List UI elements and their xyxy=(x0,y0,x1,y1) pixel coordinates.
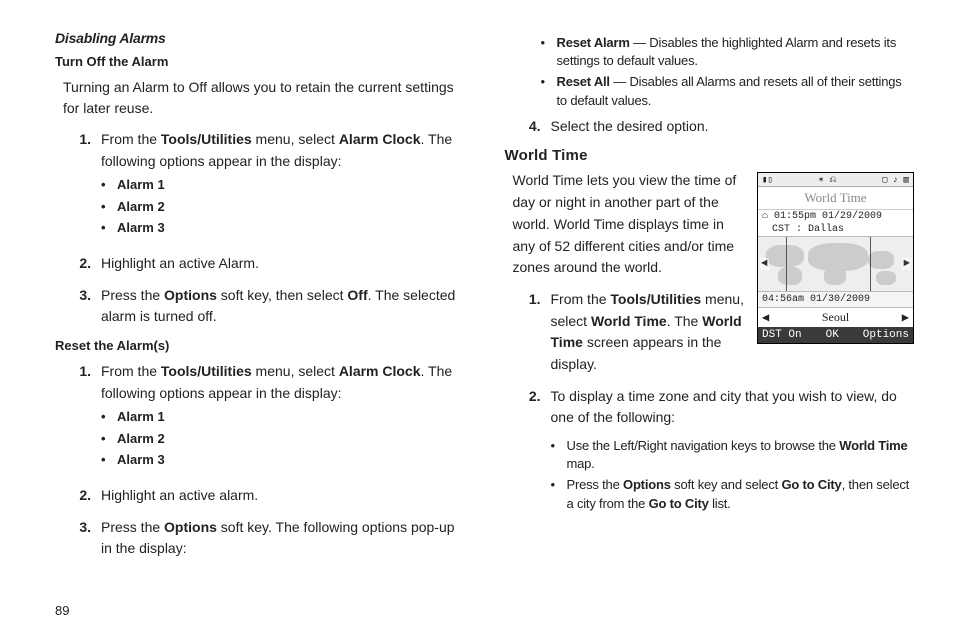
heading-disabling-alarms: Disabling Alarms xyxy=(55,30,465,46)
battery-icon: ▢ ♪ ▥ xyxy=(882,175,909,185)
device-status-bar: ▮▯ ✶ ⎌ ▢ ♪ ▥ xyxy=(758,173,913,187)
list-item: Reset All — Disables all Alarms and rese… xyxy=(557,73,915,109)
device-title: World Time xyxy=(758,187,913,210)
reset-options-list: •Reset Alarm — Disables the highlighted … xyxy=(541,34,915,110)
heading-reset-alarm: Reset the Alarm(s) xyxy=(55,338,465,353)
alarm-list: •Alarm 1 •Alarm 2 •Alarm 3 xyxy=(101,176,465,237)
step-body: From the Tools/Utilities menu, select Al… xyxy=(101,361,465,475)
world-time-options: •Use the Left/Right navigation keys to b… xyxy=(551,437,915,513)
step-body: Press the Options soft key, then select … xyxy=(101,285,465,328)
step-marker: 4. xyxy=(523,116,541,138)
step-body: From the Tools/Utilities menu, select Al… xyxy=(101,129,465,243)
signal-icon: ▮▯ xyxy=(762,175,773,185)
step-body: From the Tools/Utilities menu, select Wo… xyxy=(551,289,748,376)
softkey-left: DST On xyxy=(762,329,802,341)
softkey-right: Options xyxy=(863,329,909,341)
device-map: ◄ ► xyxy=(758,236,913,292)
device-city: Seoul xyxy=(822,310,849,325)
world-time-steps-2: 2. To display a time zone and city that … xyxy=(505,386,915,519)
list-item: Use the Left/Right navigation keys to br… xyxy=(567,437,915,473)
step-marker: 1. xyxy=(73,129,91,243)
step-marker: 2. xyxy=(523,386,541,519)
status-icons: ✶ ⎌ xyxy=(818,175,836,185)
list-item: Press the Options soft key and select Go… xyxy=(567,476,915,512)
device-home-city: CST : Dallas xyxy=(758,223,913,236)
step-body: Highlight an active Alarm. xyxy=(101,253,465,275)
heading-turn-off-alarm: Turn Off the Alarm xyxy=(55,54,465,69)
list-item: Reset Alarm — Disables the highlighted A… xyxy=(557,34,915,70)
device-home-time: ⌂ 01:55pm 01/29/2009 xyxy=(758,210,913,223)
step-marker: 3. xyxy=(73,285,91,328)
step-marker: 3. xyxy=(73,517,91,560)
map-left-arrow-icon: ◄ xyxy=(760,258,769,270)
device-softkeys: DST On OK Options xyxy=(758,327,913,343)
right-column: •Reset Alarm — Disables the highlighted … xyxy=(505,30,915,626)
step-marker: 2. xyxy=(73,253,91,275)
softkey-mid: OK xyxy=(826,329,839,341)
step-body: Highlight an active alarm. xyxy=(101,485,465,507)
city-right-arrow-icon: ▶ xyxy=(902,310,909,325)
step-body: Select the desired option. xyxy=(551,116,915,138)
alarm-list: •Alarm 1 •Alarm 2 •Alarm 3 xyxy=(101,408,465,469)
home-icon: ⌂ xyxy=(762,211,768,222)
heading-world-time: World Time xyxy=(505,147,915,164)
step-marker: 1. xyxy=(523,289,541,376)
device-away-time: 04:56am 01/30/2009 xyxy=(758,292,913,308)
map-right-arrow-icon: ► xyxy=(902,258,911,270)
city-left-arrow-icon: ◀ xyxy=(762,310,769,325)
device-city-row: ◀ Seoul ▶ xyxy=(758,308,913,327)
step-body: To display a time zone and city that you… xyxy=(551,386,915,519)
world-time-screenshot: ▮▯ ✶ ⎌ ▢ ♪ ▥ World Time ⌂ 01:55pm 01/29/… xyxy=(757,172,914,344)
left-column: Disabling Alarms Turn Off the Alarm Turn… xyxy=(55,30,465,626)
page-number: 89 xyxy=(55,603,69,618)
turn-off-steps: 1. From the Tools/Utilities menu, select… xyxy=(55,129,465,328)
reset-steps: 1. From the Tools/Utilities menu, select… xyxy=(55,361,465,560)
step-marker: 1. xyxy=(73,361,91,475)
step-body: Press the Options soft key. The followin… xyxy=(101,517,465,560)
step-marker: 2. xyxy=(73,485,91,507)
reset-steps-cont: 4. Select the desired option. xyxy=(505,116,915,138)
turn-off-intro: Turning an Alarm to Off allows you to re… xyxy=(55,77,465,119)
